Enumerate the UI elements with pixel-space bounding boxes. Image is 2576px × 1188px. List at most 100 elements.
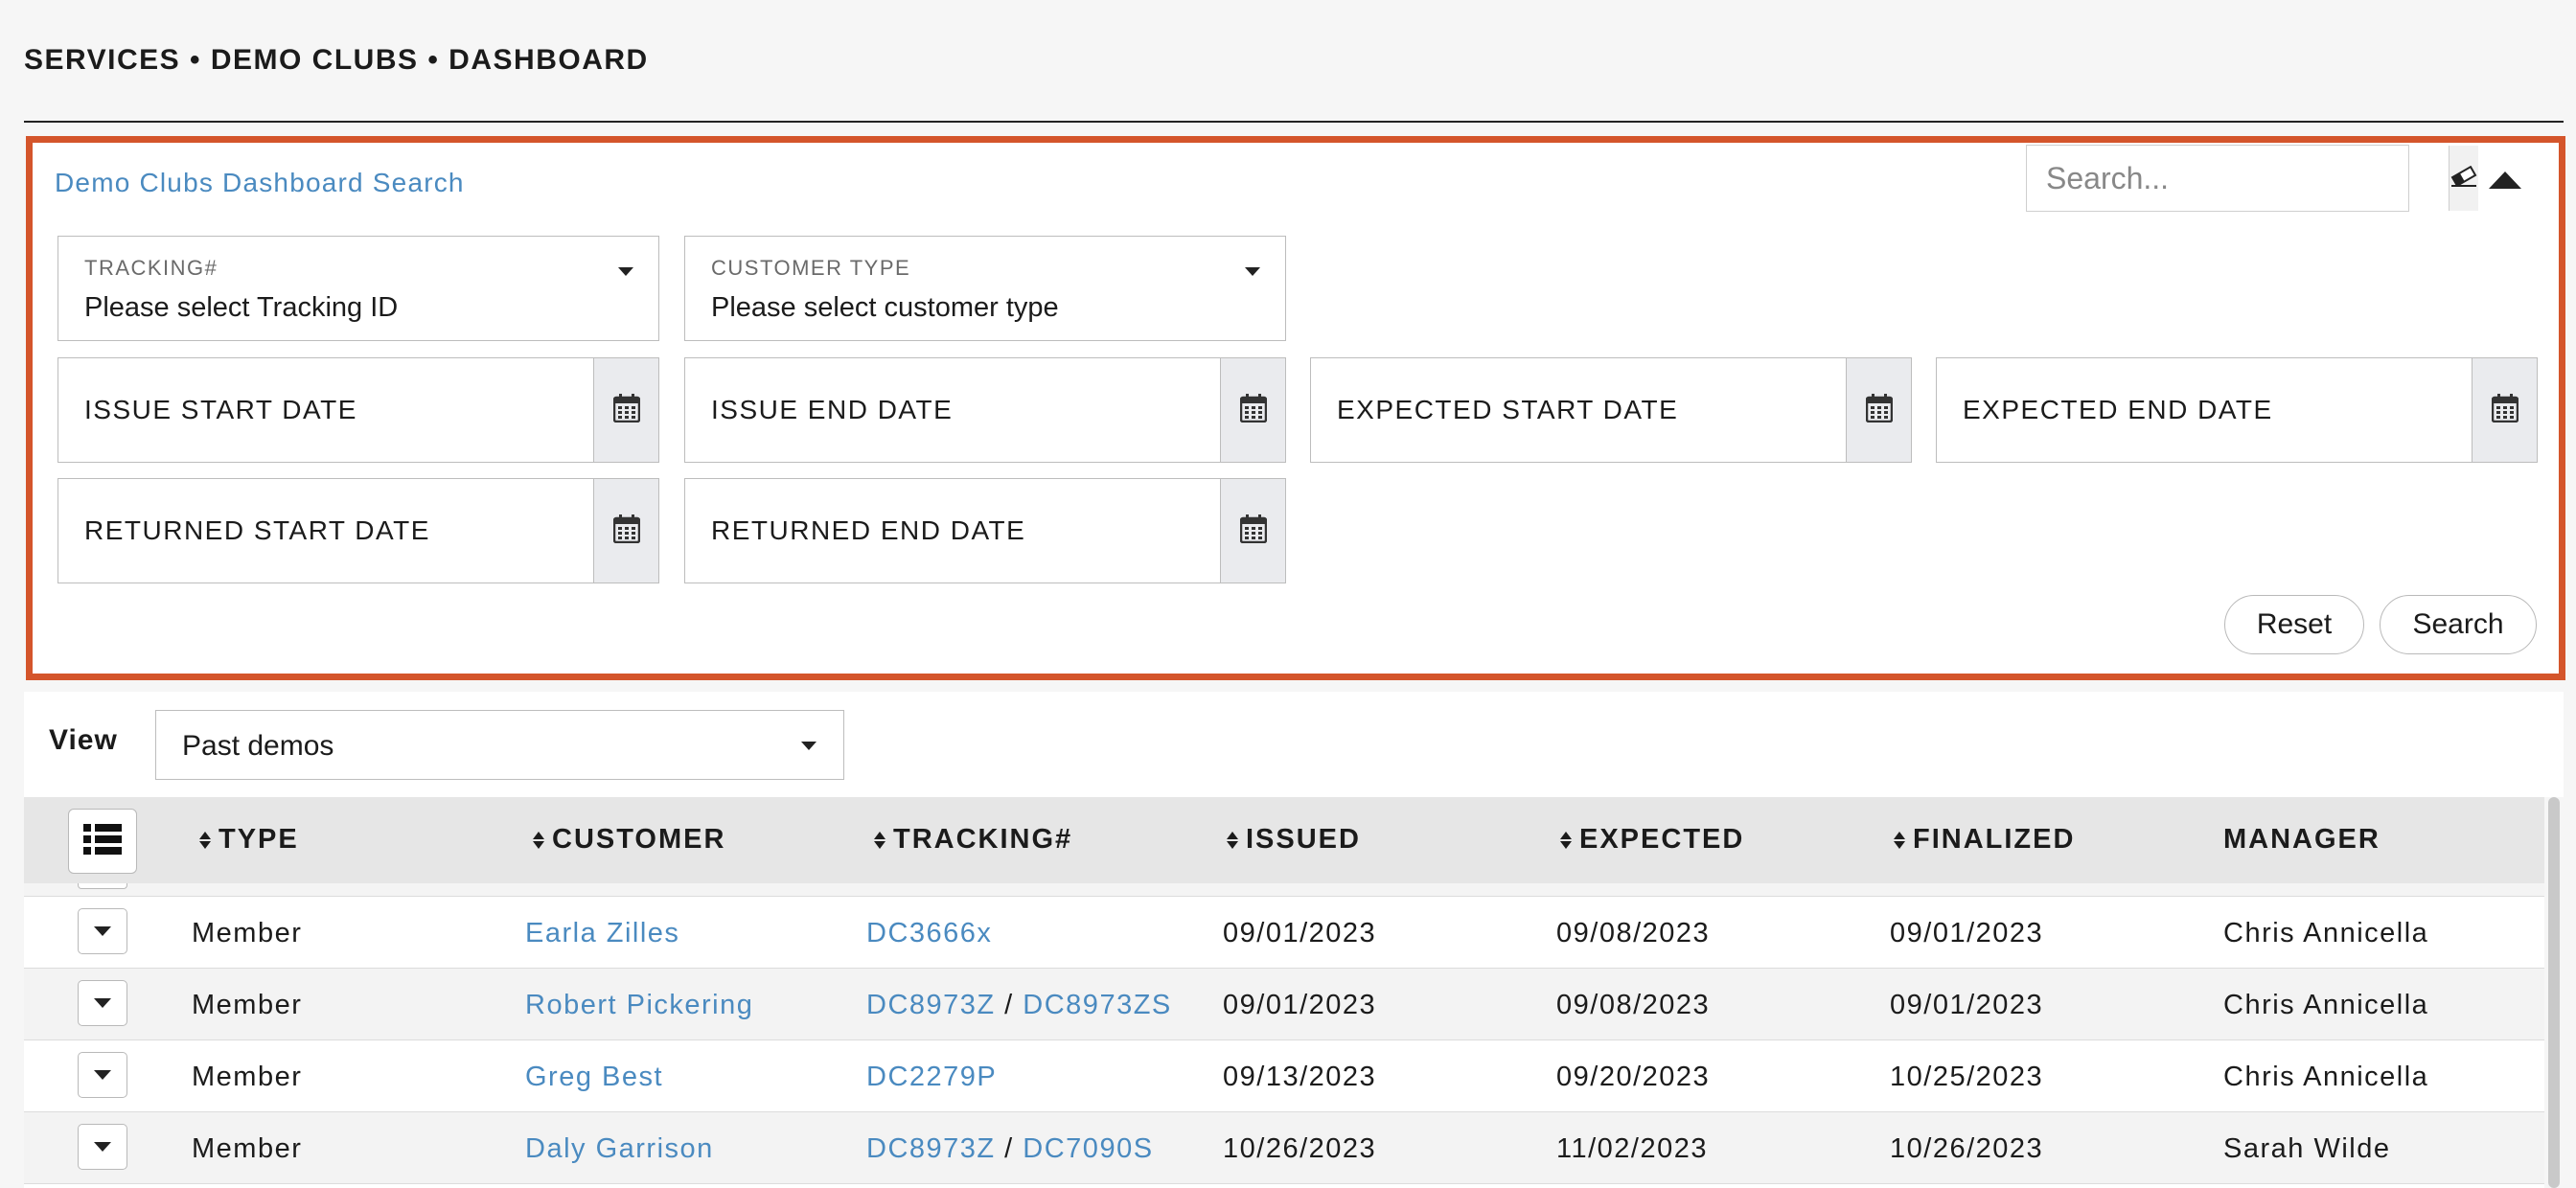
- cell-manager: Chris Annicella: [2223, 918, 2429, 948]
- returned-start-calendar-button[interactable]: [593, 479, 658, 583]
- customer-type-select[interactable]: CUSTOMER TYPE Please select customer typ…: [684, 236, 1286, 341]
- customer-link[interactable]: Earla Zilles: [525, 918, 679, 949]
- expected-end-date-field[interactable]: EXPECTED END DATE: [1936, 357, 2538, 463]
- cell-manager: Chris Annicella: [2223, 990, 2429, 1020]
- collapse-panel-button[interactable]: [2486, 168, 2524, 196]
- column-list-button[interactable]: [68, 809, 137, 874]
- calendar-icon: [612, 514, 640, 548]
- search-button[interactable]: Search: [2380, 595, 2537, 654]
- scrollbar-thumb[interactable]: [2548, 797, 2560, 1188]
- clear-search-button[interactable]: [2449, 146, 2478, 211]
- issue-end-date-field[interactable]: ISSUE END DATE: [684, 357, 1286, 463]
- expected-start-date-label: EXPECTED START DATE: [1337, 395, 1679, 424]
- expand-row-button[interactable]: [78, 908, 127, 954]
- search-input[interactable]: [2027, 146, 2449, 211]
- sort-icon: [533, 831, 544, 849]
- expand-row-button[interactable]: [78, 1124, 127, 1170]
- tracking-link[interactable]: DC3666x: [866, 918, 992, 948]
- column-header-expected[interactable]: EXPECTED: [1560, 824, 1744, 856]
- column-header-issued[interactable]: ISSUED: [1227, 824, 1361, 856]
- chevron-down-icon: [94, 998, 111, 1008]
- column-header-type[interactable]: TYPE: [199, 824, 299, 856]
- column-header-tracking[interactable]: TRACKING#: [874, 824, 1072, 856]
- tracking-link[interactable]: DC8973ZS: [1023, 990, 1171, 1020]
- chevron-down-icon: [94, 1070, 111, 1080]
- cell-expected: 09/20/2023: [1556, 1062, 1711, 1092]
- tracking-select[interactable]: TRACKING# Please select Tracking ID: [58, 236, 659, 341]
- returned-start-date-field[interactable]: RETURNED START DATE: [58, 478, 659, 583]
- sort-icon: [874, 831, 886, 849]
- table-header: TYPE CUSTOMER TRACKING# ISSUED EXPECTED …: [24, 797, 2544, 883]
- tracking-link[interactable]: DC7090S: [1023, 1133, 1153, 1164]
- tracking-separator: /: [995, 990, 1024, 1020]
- sort-icon: [1894, 831, 1905, 849]
- search-panel-title[interactable]: Demo Clubs Dashboard Search: [55, 168, 465, 198]
- dashboard-search-panel: Demo Clubs Dashboard Search TRACKING# Pl…: [26, 136, 2565, 680]
- cell-issued: 09/13/2023: [1223, 1062, 1377, 1092]
- table-row: Member Greg Best DC2279P 09/13/2023 09/2…: [24, 1040, 2544, 1112]
- breadcrumb: SERVICES • DEMO CLUBS • DASHBOARD: [24, 44, 649, 76]
- calendar-icon: [1865, 393, 1893, 427]
- tracking-select-label: TRACKING#: [84, 256, 218, 280]
- customer-link[interactable]: Greg Best: [525, 1062, 663, 1093]
- table-row: Member Earla Zilles DC3666x 09/01/2023 0…: [24, 897, 2544, 969]
- column-header-manager: MANAGER: [2223, 824, 2380, 855]
- expected-end-calendar-button[interactable]: [2472, 358, 2537, 462]
- expand-row-button[interactable]: [78, 980, 127, 1026]
- cell-issued: 09/01/2023: [1223, 990, 1377, 1020]
- demos-table: TYPE CUSTOMER TRACKING# ISSUED EXPECTED …: [24, 797, 2544, 1188]
- chevron-down-icon: [618, 267, 633, 276]
- chevron-up-icon: [2489, 171, 2521, 194]
- column-header-finalized[interactable]: FINALIZED: [1894, 824, 2075, 856]
- tracking-link[interactable]: DC8973Z: [866, 1133, 996, 1164]
- tracking-link[interactable]: DC8973Z: [866, 990, 996, 1020]
- tracking-link[interactable]: DC2279P: [866, 1062, 997, 1092]
- table-scrollbar[interactable]: [2544, 797, 2564, 1188]
- returned-start-date-label: RETURNED START DATE: [84, 515, 430, 545]
- cell-finalized: 10/25/2023: [1890, 1062, 2044, 1092]
- sort-icon: [1227, 831, 1238, 849]
- tracking-separator: /: [995, 1133, 1024, 1164]
- header-divider: [24, 121, 2564, 123]
- cell-tracking: DC3666x: [866, 918, 992, 949]
- column-header-customer[interactable]: CUSTOMER: [533, 824, 725, 856]
- cell-finalized: 10/26/2023: [1890, 1133, 2044, 1164]
- issue-end-date-label: ISSUE END DATE: [711, 395, 954, 424]
- reset-button[interactable]: Reset: [2224, 595, 2364, 654]
- returned-end-date-field[interactable]: RETURNED END DATE: [684, 478, 1286, 583]
- customer-link[interactable]: Daly Garrison: [525, 1133, 714, 1165]
- issue-start-calendar-button[interactable]: [593, 358, 658, 462]
- view-select-value: Past demos: [182, 730, 334, 762]
- cell-manager: Sarah Wilde: [2223, 1133, 2391, 1164]
- cell-tracking: DC8973Z / DC7090S: [866, 1133, 1154, 1165]
- cell-tracking: DC8973Z / DC8973ZS: [866, 990, 1172, 1021]
- tracking-select-value: Please select Tracking ID: [84, 292, 399, 323]
- cell-expected: 11/02/2023: [1556, 1133, 1708, 1164]
- cell-issued: 10/26/2023: [1223, 1133, 1377, 1164]
- cell-type: Member: [192, 1062, 303, 1092]
- customer-type-label: CUSTOMER TYPE: [711, 256, 911, 280]
- issue-start-date-field[interactable]: ISSUE START DATE: [58, 357, 659, 463]
- returned-end-calendar-button[interactable]: [1220, 479, 1285, 583]
- expected-start-calendar-button[interactable]: [1846, 358, 1911, 462]
- quick-search: [2026, 145, 2478, 212]
- view-select[interactable]: Past demos: [155, 710, 844, 780]
- cell-expected: 09/08/2023: [1556, 990, 1711, 1020]
- chevron-down-icon: [94, 1142, 111, 1152]
- calendar-icon: [2491, 393, 2518, 427]
- issue-end-calendar-button[interactable]: [1220, 358, 1285, 462]
- cell-type: Member: [192, 1133, 303, 1164]
- view-label: View: [49, 724, 118, 756]
- cell-issued: 09/01/2023: [1223, 918, 1377, 948]
- customer-link[interactable]: Robert Pickering: [525, 990, 753, 1021]
- sort-icon: [199, 831, 211, 849]
- calendar-icon: [612, 393, 640, 427]
- sort-icon: [1560, 831, 1572, 849]
- cell-manager: Chris Annicella: [2223, 1062, 2429, 1092]
- expected-start-date-field[interactable]: EXPECTED START DATE: [1310, 357, 1912, 463]
- partially-scrolled-row: [24, 883, 2544, 897]
- cell-type: Member: [192, 918, 303, 948]
- returned-end-date-label: RETURNED END DATE: [711, 515, 1026, 545]
- expand-row-button[interactable]: [78, 1052, 127, 1098]
- eraser-icon: [2450, 165, 2478, 192]
